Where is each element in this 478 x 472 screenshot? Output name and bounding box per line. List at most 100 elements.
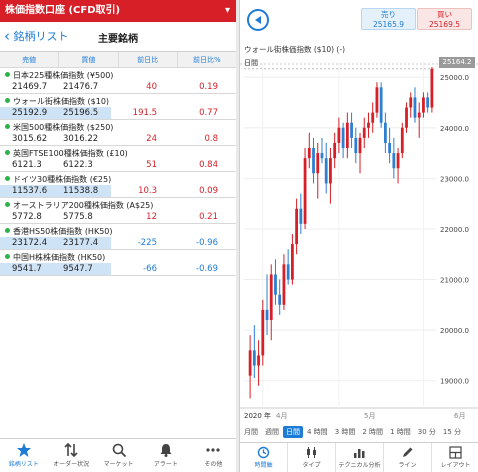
instrument-row[interactable]: 米国500種株価指数 ($250) 3015.62 3016.22 24 0.8 (0, 120, 236, 146)
instrument-row[interactable]: 英国FTSE100種株価指数 (£10) 6121.3 6122.3 51 0.84 (0, 146, 236, 172)
search-icon (112, 443, 126, 458)
table-header: 売値 買値 前日比 前日比% (0, 52, 236, 68)
instrument-name: オーストラリア200種株価指数 (A$25) (5, 200, 153, 211)
column-header-change: 前日比 (119, 52, 178, 67)
candle-body (295, 208, 299, 245)
tab-line[interactable]: ライン (384, 443, 432, 472)
instrument-name-text: ドイツ30種株価指数 (€25) (13, 175, 112, 184)
bid-price: 6121.3 (12, 160, 42, 170)
status-dot-icon (5, 98, 10, 103)
status-dot-icon (5, 202, 10, 207)
bottom-tab-bar: 銘柄リスト オーダー状況 マーケット アラート その他 (0, 438, 237, 472)
candle-body (307, 148, 311, 159)
y-tick-label: 22000.0 (440, 226, 469, 234)
change-value: -225 (137, 238, 157, 248)
instrument-name: 米国500種株価指数 ($250) (5, 122, 113, 133)
star-icon (16, 443, 31, 457)
period-option[interactable]: 2 時間 (359, 426, 386, 438)
chart-panel: 売り 25165.9 買い 25169.5 25000.0 24000.0 2300… (239, 0, 478, 472)
chevron-down-icon[interactable]: ▾ (225, 0, 230, 22)
column-header-change-pct: 前日比% (193, 56, 221, 64)
tab-timeframe[interactable]: 時間軸 (240, 443, 288, 472)
period-option[interactable]: 3 時間 (332, 426, 359, 438)
period-option[interactable]: 4 時間 (304, 426, 331, 438)
sell-quote-button[interactable]: 売り 25165.9 (361, 8, 416, 30)
tab-alert[interactable]: アラート (142, 439, 189, 472)
candle-body (257, 355, 260, 366)
tab-market[interactable]: マーケット (95, 439, 142, 472)
period-option[interactable]: 1 時間 (387, 426, 414, 438)
chart-interval-label: 日間 (244, 59, 258, 67)
candle-body (405, 107, 408, 128)
candle-body (333, 142, 337, 159)
candle-body (265, 309, 269, 320)
column-header-ask: 買値 (59, 52, 119, 67)
candles-icon (307, 447, 316, 458)
tab-type[interactable]: タイプ (288, 443, 336, 472)
instrument-name: 中国H株株価指数 (HK50) (5, 252, 105, 263)
tab-label: 時間軸 (254, 462, 273, 469)
period-option[interactable]: 週間 (262, 426, 282, 438)
candle-body (286, 264, 290, 280)
change-value: 12 (146, 212, 157, 222)
instrument-name: ドイツ30種株価指数 (€25) (5, 174, 111, 185)
period-option[interactable]: 15 分 (440, 426, 464, 438)
account-title: 株価指数口座 (CFD取引) (5, 5, 121, 16)
x-tick-label: 4月 (276, 412, 287, 420)
instrument-name: 香港HS50株価指数 (HK50) (5, 226, 113, 237)
candle-body (396, 153, 400, 169)
change-pct-value: 0.77 (199, 108, 218, 118)
buy-quote-button[interactable]: 買い 25169.5 (417, 8, 472, 30)
column-header-bid: 売値 (0, 52, 60, 67)
period-selector: 月間 週間 日間 4 時間 3 時間 2 時間 1 時間 30 分 15 分 (240, 424, 478, 439)
back-button[interactable] (247, 9, 269, 31)
candle-body (248, 350, 252, 376)
candle-body (278, 294, 282, 305)
tab-label: レイアウト (440, 462, 471, 469)
period-option[interactable]: 日間 (283, 425, 303, 438)
instrument-row[interactable]: 香港HS50株価指数 (HK50) 23172.4 23177.4 -225 -0.96 (0, 224, 236, 250)
change-value: 24 (146, 134, 157, 144)
candle-body (413, 97, 417, 118)
ask-price: 21476.7 (63, 82, 99, 92)
ask-price: 25196.5 (63, 108, 99, 118)
tab-more[interactable]: その他 (190, 439, 237, 472)
period-option[interactable]: 30 分 (415, 426, 439, 438)
candle-body (392, 153, 396, 169)
change-pct-value: -0.69 (196, 264, 218, 274)
pencil-icon (403, 447, 413, 457)
quote-values: 5772.8 5775.8 12 0.21 (0, 211, 236, 223)
candlestick-chart[interactable]: 25000.0 24000.0 23000.0 22000.0 21000.0 20000… (240, 50, 478, 424)
instrument-row[interactable]: 日本225種株価指数 (¥500) 21469.7 21476.7 40 0.19 (0, 68, 236, 94)
instrument-table: 日本225種株価指数 (¥500) 21469.7 21476.7 40 0.19 ウォー… (0, 68, 236, 276)
instrument-row[interactable]: 中国H株株価指数 (HK50) 9541.7 9547.7 -66 -0.69 (0, 250, 236, 276)
instrument-row[interactable]: ドイツ30種株価指数 (€25) 11537.6 11538.8 10.3 0.09 (0, 172, 236, 198)
quote-values: 25192.9 25196.5 191.5 0.77 (0, 107, 236, 119)
change-pct-value: 0.8 (204, 134, 218, 144)
candle-body (324, 158, 328, 184)
ask-price: 3016.22 (63, 134, 99, 144)
quote-values: 3015.62 3016.22 24 0.8 (0, 133, 236, 145)
tab-watchlist[interactable]: 銘柄リスト (0, 439, 47, 472)
bid-price: 23172.4 (12, 238, 48, 248)
candle-body (417, 112, 421, 118)
tab-layout[interactable]: レイアウト (432, 443, 478, 472)
candle-body (383, 122, 387, 143)
tab-orders[interactable]: オーダー状況 (47, 439, 94, 472)
candle-body (329, 158, 332, 184)
candle-body (358, 137, 362, 154)
sell-label: 売り (381, 10, 396, 19)
page-title: 主要銘柄 (98, 34, 138, 45)
candle-body (274, 274, 277, 295)
instrument-row[interactable]: ウォール街株価指数 ($10) 25192.9 25196.5 191.5 0.77 (0, 94, 236, 120)
change-pct-value: 0.19 (199, 82, 218, 92)
bell-icon (160, 444, 172, 457)
candle-body (379, 87, 383, 123)
bid-price: 25192.9 (12, 108, 48, 118)
account-title-bar[interactable]: 株価指数口座 (CFD取引) ▾ (0, 0, 236, 22)
period-option[interactable]: 月間 (241, 426, 261, 438)
change-value: 40 (146, 82, 157, 92)
chart-tab-bar: 時間軸 タイプ テクニカル分析 ライン レイアウト (240, 442, 478, 472)
tab-technical[interactable]: テクニカル分析 (336, 443, 384, 472)
instrument-row[interactable]: オーストラリア200種株価指数 (A$25) 5772.8 5775.8 12 0.21 (0, 198, 236, 224)
